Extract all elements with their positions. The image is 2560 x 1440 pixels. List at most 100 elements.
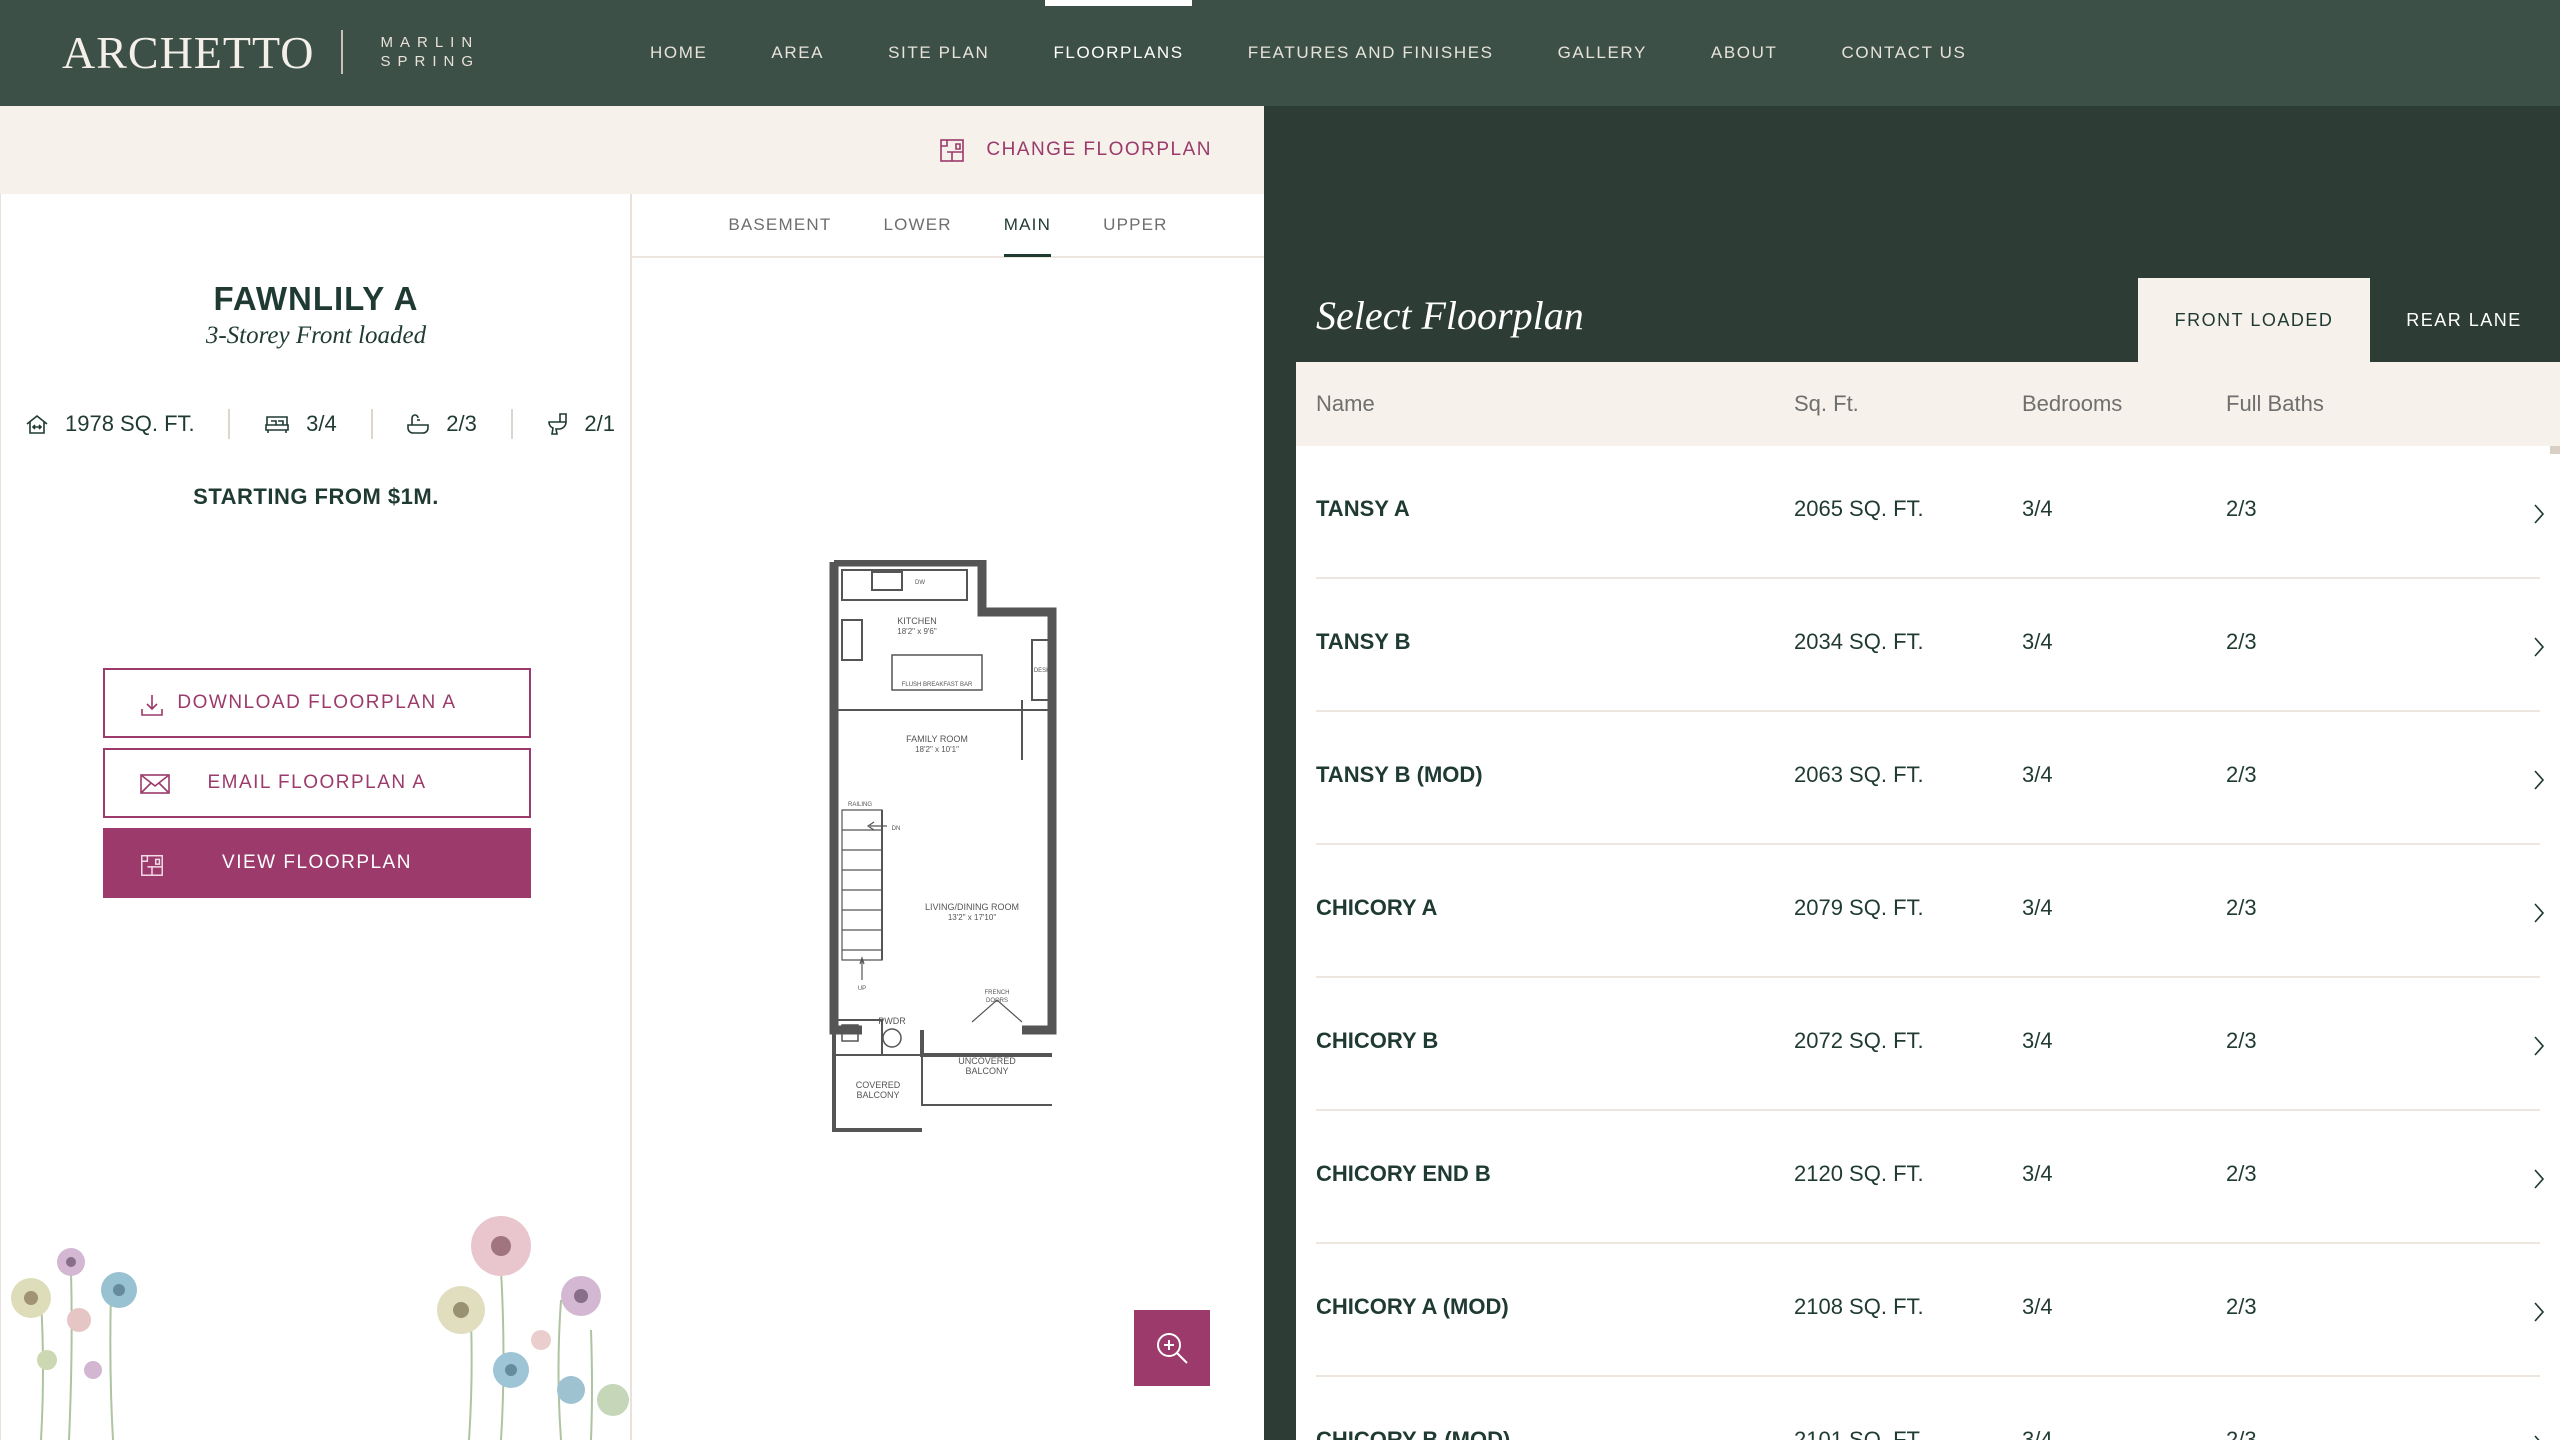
- nav-floorplans[interactable]: FLOORPLANS: [1045, 0, 1193, 106]
- nav-gallery[interactable]: GALLERY: [1558, 0, 1647, 106]
- nav-contact-us[interactable]: CONTACT US: [1841, 0, 1966, 106]
- stat-sqft: 1978 SQ. FT.: [25, 411, 195, 437]
- chevron-right-icon: [2534, 637, 2545, 657]
- main-nav: HOME AREA SITE PLAN FLOORPLANS FEATURES AND …: [650, 0, 2030, 106]
- drawing-label-up: UP: [858, 986, 866, 992]
- chevron-right-icon: [2534, 1169, 2545, 1189]
- select-floorplan-panel: Select Floorplan FRONT LOADED REAR LANE N…: [1264, 106, 2560, 1440]
- plan-type: 3-Storey Front loaded: [205, 322, 427, 349]
- chevron-right-icon: [2534, 504, 2545, 524]
- row-name: TANSY B (MOD): [1316, 762, 1483, 787]
- nav-home[interactable]: HOME: [650, 0, 707, 106]
- stat-divider: [370, 409, 373, 439]
- logo-wordmark: ARCHETTO: [62, 26, 315, 78]
- table-row[interactable]: CHICORY A 2079 SQ. FT. 3/4 2/3: [1316, 845, 2545, 978]
- row-bedrooms: 3/4: [2022, 1028, 2053, 1053]
- level-tabs: BASEMENT LOWER MAIN UPPER: [632, 194, 1264, 258]
- email-floorplan-button[interactable]: EMAIL FLOORPLAN A: [103, 748, 531, 818]
- floorplan-table: Name Sq. Ft. Bedrooms Full Baths TANSY A…: [1296, 362, 2560, 1440]
- tab-basement[interactable]: BASEMENT: [728, 193, 831, 257]
- table-row[interactable]: CHICORY B 2072 SQ. FT. 3/4 2/3: [1316, 978, 2545, 1111]
- logo-divider: [340, 30, 343, 74]
- drawing-label-living: LIVING/DINING ROOM: [925, 902, 1019, 912]
- logo-sub-line2: SPRING: [380, 53, 481, 70]
- row-sqft: 2108 SQ. FT.: [1794, 1294, 1924, 1319]
- stat-bedrooms: 3/4: [264, 411, 337, 437]
- tab-front-loaded[interactable]: FRONT LOADED: [2138, 278, 2370, 362]
- drawing-label-family: FAMILY ROOM: [906, 734, 968, 744]
- download-floorplan-button[interactable]: DOWNLOAD FLOORPLAN A: [103, 668, 531, 738]
- row-sqft: 2120 SQ. FT.: [1794, 1161, 1924, 1186]
- row-baths: 2/3: [2226, 895, 2257, 920]
- column-header-name[interactable]: Name: [1316, 391, 1375, 417]
- type-tabs: FRONT LOADED REAR LANE: [2138, 278, 2558, 362]
- row-bedrooms: 3/4: [2022, 1427, 2053, 1440]
- plan-info-panel: FAWNLILY A 3-Storey Front loaded 1978 SQ…: [0, 194, 632, 1440]
- nav-features-and-finishes[interactable]: FEATURES AND FINISHES: [1248, 0, 1494, 106]
- row-sqft: 2065 SQ. FT.: [1794, 496, 1924, 521]
- column-header-bedrooms[interactable]: Bedrooms: [2022, 391, 2122, 417]
- stat-bedrooms-value: 3/4: [306, 411, 337, 436]
- row-name: CHICORY B: [1316, 1028, 1439, 1053]
- tab-lower[interactable]: LOWER: [883, 193, 951, 257]
- row-sqft: 2072 SQ. FT.: [1794, 1028, 1924, 1053]
- column-header-baths[interactable]: Full Baths: [2226, 391, 2324, 417]
- chevron-right-icon: [2534, 1435, 2540, 1440]
- row-sqft: 2079 SQ. FT.: [1794, 895, 1924, 920]
- table-row[interactable]: TANSY A 2065 SQ. FT. 3/4 2/3: [1316, 446, 2545, 579]
- row-name: TANSY B: [1316, 629, 1411, 654]
- nav-about[interactable]: ABOUT: [1711, 0, 1778, 106]
- floorplan-detail: CHANGE FLOORPLAN FAWNLILY A 3-Storey Fro…: [0, 106, 1264, 1440]
- logo-subtitle: MARLIN SPRING: [381, 33, 481, 71]
- view-floorplan-button[interactable]: VIEW FLOORPLAN: [103, 828, 531, 898]
- select-floorplan-title: Select Floorplan: [1316, 293, 1584, 338]
- floorplan-drawing: KITCHEN 18'2" x 9'6" FLUSH BREAKFAST BAR…: [829, 560, 1057, 1132]
- floorplan-icon: [940, 139, 965, 162]
- bed-icon: [265, 416, 289, 433]
- floorplan-viewer: BASEMENT LOWER MAIN UPPER KITCHEN 18'2" …: [632, 194, 1264, 1440]
- stat-half-baths-value: 2/1: [584, 411, 615, 436]
- stat-sqft-value: 1978 SQ. FT.: [65, 411, 195, 436]
- floorplan-icon: [141, 854, 163, 876]
- table-body: TANSY A 2065 SQ. FT. 3/4 2/3 TANSY B 2034 SQ.…: [1296, 446, 2560, 1440]
- scrollbar[interactable]: [2550, 446, 2560, 454]
- nav-area[interactable]: AREA: [771, 0, 824, 106]
- stat-divider: [510, 409, 513, 439]
- table-row[interactable]: CHICORY END B 2120 SQ. FT. 3/4 2/3: [1316, 1111, 2545, 1244]
- zoom-button[interactable]: [1134, 1310, 1210, 1386]
- plan-name: FAWNLILY A: [213, 280, 419, 317]
- tab-rear-lane[interactable]: REAR LANE: [2370, 278, 2558, 362]
- logo[interactable]: ARCHETTO MARLIN SPRING: [62, 26, 480, 78]
- row-baths: 2/3: [2226, 1161, 2257, 1186]
- nav-site-plan[interactable]: SITE PLAN: [888, 0, 989, 106]
- change-floorplan-button[interactable]: CHANGE FLOORPLAN: [938, 130, 1212, 170]
- stat-full-baths: 2/3: [406, 411, 477, 437]
- toilet-icon: [548, 413, 568, 435]
- row-baths: 2/3: [2226, 1028, 2257, 1053]
- table-row[interactable]: TANSY B (MOD) 2063 SQ. FT. 3/4 2/3: [1316, 712, 2545, 845]
- table-row[interactable]: CHICORY A (MOD) 2108 SQ. FT. 3/4 2/3: [1316, 1244, 2545, 1377]
- chevron-right-icon: [2534, 770, 2545, 790]
- row-bedrooms: 3/4: [2022, 762, 2053, 787]
- row-sqft: 2034 SQ. FT.: [1794, 629, 1924, 654]
- column-header-sqft[interactable]: Sq. Ft.: [1794, 391, 1859, 417]
- stat-full-baths-value: 2/3: [446, 411, 477, 436]
- drawing-label-covered-balcony: BALCONY: [856, 1090, 899, 1100]
- drawing-label-kitchen: KITCHEN: [897, 616, 937, 626]
- table-row[interactable]: CHICORY B (MOD) 2101 SQ. FT. 3/4 2/3: [1316, 1377, 2540, 1440]
- row-baths: 2/3: [2226, 1294, 2257, 1319]
- drawing-label-desk: DESK: [1034, 668, 1050, 674]
- tab-upper[interactable]: UPPER: [1103, 193, 1168, 257]
- tab-main[interactable]: MAIN: [1003, 193, 1052, 257]
- email-floorplan-label: EMAIL FLOORPLAN A: [207, 772, 427, 793]
- table-row[interactable]: TANSY B 2034 SQ. FT. 3/4 2/3: [1316, 579, 2545, 712]
- row-name: CHICORY END B: [1316, 1161, 1491, 1186]
- download-floorplan-label: DOWNLOAD FLOORPLAN A: [177, 692, 457, 713]
- drawing-label-breakfast-bar: FLUSH BREAKFAST BAR: [902, 682, 973, 688]
- bathtub-icon: [407, 414, 430, 434]
- row-baths: 2/3: [2226, 1427, 2257, 1440]
- table-header: Name Sq. Ft. Bedrooms Full Baths: [1296, 362, 2560, 446]
- drawing-label-covered: COVERED: [856, 1080, 901, 1090]
- drawing-label-uncovered-balcony: BALCONY: [965, 1066, 1008, 1076]
- zoom-in-icon: [1157, 1333, 1188, 1364]
